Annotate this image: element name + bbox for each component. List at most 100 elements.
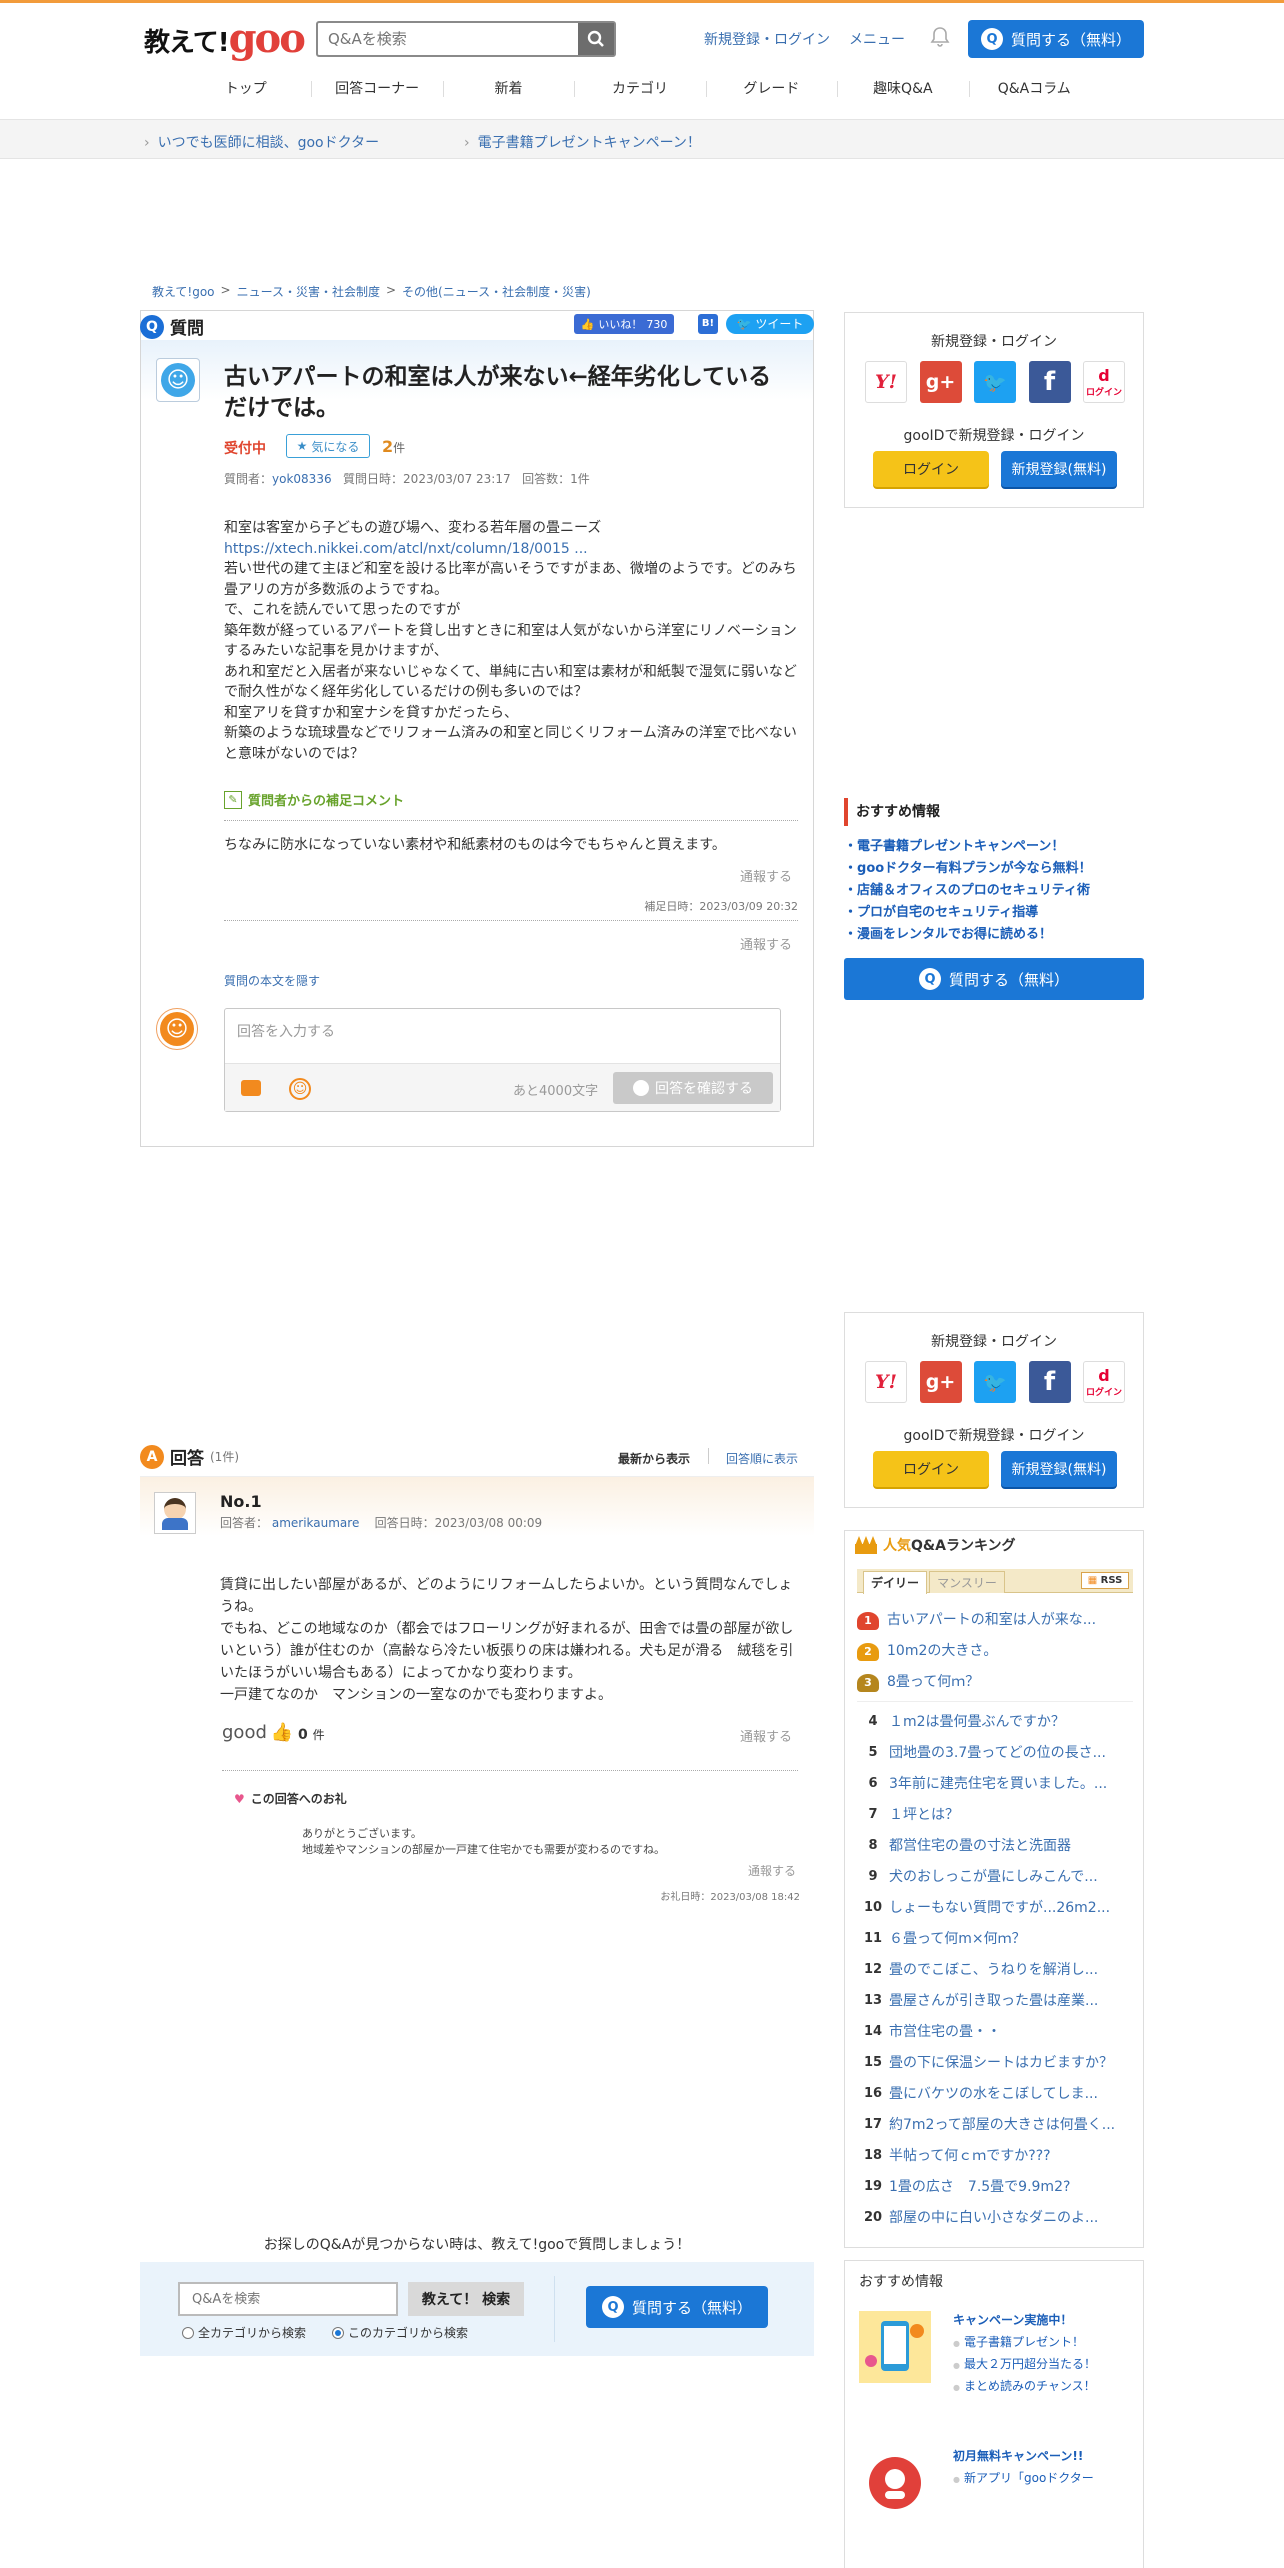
promo2-link[interactable]: 新アプリ「gooドクター: [953, 2467, 1094, 2491]
login-link[interactable]: 新規登録・ログイン: [704, 29, 830, 49]
ranking-item[interactable]: 9 犬のおしっこが畳にしみこんで...: [857, 1862, 1133, 1890]
recommend-link[interactable]: 店舗＆オフィスのプロのセキュリティ術: [844, 880, 1144, 902]
register-button[interactable]: 新規登録(無料): [1001, 451, 1117, 487]
ranking-link[interactable]: 犬のおしっこが畳にしみこんで...: [889, 1866, 1098, 1886]
site-logo[interactable]: 教えて! goo: [144, 17, 306, 59]
confirm-answer-button[interactable]: 回答を確認する: [613, 1072, 773, 1104]
breadcrumb-item[interactable]: その他(ニュース・社会制度・災害): [402, 283, 591, 300]
twitter-login-icon[interactable]: 🐦: [974, 361, 1016, 403]
ranking-link[interactable]: 畳屋さんが引き取った畳は産業...: [889, 1990, 1098, 2010]
ranking-link[interactable]: 8畳って何ｍ？: [887, 1671, 979, 1691]
breadcrumb-item[interactable]: ニュース・災害・社会制度: [237, 283, 380, 300]
article-link[interactable]: https://xtech.nikkei.com/atcl/nxt/column…: [224, 541, 588, 557]
login-button[interactable]: ログイン: [873, 451, 989, 487]
promo1-link[interactable]: 最大２万円超分当たる！: [953, 2353, 1096, 2377]
ranking-link[interactable]: 古いアパートの和室は人が来な...: [887, 1609, 1096, 1629]
recommend-link[interactable]: 漫画をレンタルでお得に読める！: [844, 924, 1144, 946]
hatena-bookmark-button[interactable]: B!: [698, 314, 718, 334]
ranking-link[interactable]: 畳の下に保温シートはカビますか？: [889, 2052, 1113, 2072]
answer-placeholder[interactable]: 回答を入力する: [237, 1021, 335, 1041]
promo2-title[interactable]: 初月無料キャンペーン!!: [953, 2447, 1083, 2464]
nav-grade[interactable]: グレード: [705, 73, 837, 105]
ranking-item[interactable]: 13 畳屋さんが引き取った畳は産業...: [857, 1986, 1133, 2014]
camera-icon[interactable]: [241, 1080, 261, 1096]
ranking-link[interactable]: 部屋の中に白い小さなダニのよ...: [889, 2207, 1098, 2227]
nav-answer-corner[interactable]: 回答コーナー: [311, 73, 442, 105]
promo1-link[interactable]: まとめ読みのチャンス！: [953, 2375, 1096, 2399]
promo1-title[interactable]: キャンペーン実施中！: [953, 2311, 1072, 2328]
ranking-item[interactable]: 2 10m2の大きさ。: [857, 1636, 1133, 1664]
ranking-link[interactable]: 畳にバケツの水をこぼしてしま...: [889, 2083, 1098, 2103]
ranking-link[interactable]: しょーもない質問ですが...26m2...: [889, 1897, 1110, 1917]
search-input[interactable]: [318, 23, 578, 55]
ranking-item[interactable]: 11 ６畳って何m×何ｍ？: [857, 1924, 1133, 1952]
rss-button[interactable]: ▦ RSS: [1081, 1572, 1129, 1589]
ranking-item[interactable]: 17 約7m2って部屋の大きさは何畳く...: [857, 2110, 1133, 2138]
report-link[interactable]: 通報する: [740, 866, 792, 885]
login-button[interactable]: ログイン: [873, 1451, 989, 1487]
asker-link[interactable]: yok08336: [272, 472, 332, 486]
nav-hobby-qa[interactable]: 趣味Q&A: [837, 73, 968, 105]
bottom-search-input[interactable]: [178, 2282, 398, 2316]
report-link[interactable]: 通報する: [740, 1726, 792, 1745]
ranking-link[interactable]: 市営住宅の畳・・: [889, 2021, 1001, 2041]
radio-this-category[interactable]: このカテゴリから検索: [332, 2324, 468, 2341]
ranking-item[interactable]: 18 半帖って何ｃｍですか???: [857, 2141, 1133, 2169]
facebook-login-icon[interactable]: f: [1028, 1361, 1071, 1403]
tweet-button[interactable]: 🐦 ツイート: [726, 314, 814, 334]
sort-order-link[interactable]: 回答順に表示: [726, 1450, 798, 1467]
ranking-link[interactable]: 団地畳の3.7畳ってどの位の長さ...: [889, 1742, 1106, 1762]
kininaru-button[interactable]: ★ 気になる: [286, 434, 370, 458]
nav-new[interactable]: 新着: [442, 73, 574, 105]
yahoo-login-icon[interactable]: Y!: [865, 1361, 907, 1403]
ranking-item[interactable]: 19 1畳の広さ 7.5畳で9.9m2?: [857, 2172, 1133, 2200]
answerer-link[interactable]: amerikaumare: [272, 1516, 360, 1530]
ranking-link[interactable]: 都営住宅の畳の寸法と洗面器: [889, 1835, 1071, 1855]
ranking-item[interactable]: 5 団地畳の3.7畳ってどの位の長さ...: [857, 1738, 1133, 1766]
answer-editor[interactable]: 回答を入力する ☺ あと4000文字 回答を確認する: [224, 1008, 781, 1112]
hide-body-link[interactable]: 質問の本文を隠す: [224, 972, 320, 989]
report-link[interactable]: 通報する: [748, 1862, 796, 1879]
ranking-item[interactable]: 15 畳の下に保温シートはカビますか？: [857, 2048, 1133, 2076]
bell-icon[interactable]: [930, 26, 950, 48]
ranking-link[interactable]: 畳のでこぼこ、うねりを解消し...: [889, 1959, 1098, 1979]
ranking-link[interactable]: 1畳の広さ 7.5畳で9.9m2?: [889, 2176, 1070, 2196]
like-button[interactable]: 👍 いいね！ 730: [574, 314, 674, 334]
ranking-link[interactable]: 約7m2って部屋の大きさは何畳く...: [889, 2114, 1115, 2134]
promo-link-doctor[interactable]: いつでも医師に相談、gooドクター: [144, 132, 379, 152]
ranking-item[interactable]: 8 都営住宅の畳の寸法と洗面器: [857, 1831, 1133, 1859]
promo-link-ebook[interactable]: 電子書籍プレゼントキャンペーン！: [464, 132, 701, 152]
ranking-item[interactable]: 12 畳のでこぼこ、うねりを解消し...: [857, 1955, 1133, 1983]
ranking-link[interactable]: 10m2の大きさ。: [887, 1640, 997, 1660]
sort-newest[interactable]: 最新から表示: [618, 1450, 690, 1467]
recommend-link[interactable]: gooドクター有料プランが今なら無料！: [844, 858, 1144, 880]
tab-monthly[interactable]: マンスリー: [929, 1571, 1005, 1593]
recommend-link[interactable]: 電子書籍プレゼントキャンペーン！: [844, 836, 1144, 858]
search-button[interactable]: [578, 23, 614, 55]
side-ask-button[interactable]: Q 質問する（無料）: [844, 958, 1144, 1000]
ranking-item[interactable]: 1 古いアパートの和室は人が来な...: [857, 1605, 1133, 1633]
ranking-item[interactable]: 6 3年前に建売住宅を買いました。...: [857, 1769, 1133, 1797]
radio-button-checked[interactable]: [332, 2326, 344, 2339]
docomo-login-icon[interactable]: d ログイン: [1083, 361, 1125, 403]
radio-button[interactable]: [182, 2326, 194, 2339]
bottom-search-button[interactable]: 教えて！ 検索: [408, 2282, 524, 2316]
ranking-link[interactable]: ６畳って何m×何ｍ？: [889, 1928, 1026, 1948]
breadcrumb-item[interactable]: 教えて!goo: [152, 283, 215, 300]
ranking-item[interactable]: 7 １坪とは？: [857, 1800, 1133, 1828]
ranking-item[interactable]: 14 市営住宅の畳・・: [857, 2017, 1133, 2045]
google-login-icon[interactable]: g+: [919, 361, 962, 403]
nav-qa-column[interactable]: Q&Aコラム: [968, 73, 1100, 105]
menu-link[interactable]: メニュー: [849, 29, 905, 49]
emoji-icon[interactable]: ☺: [289, 1078, 311, 1100]
ranking-link[interactable]: 半帖って何ｃｍですか???: [889, 2145, 1051, 2165]
ranking-link[interactable]: 3年前に建売住宅を買いました。...: [889, 1773, 1107, 1793]
ranking-item[interactable]: 3 8畳って何ｍ？: [857, 1667, 1133, 1695]
bottom-ask-button[interactable]: Q 質問する（無料）: [586, 2286, 768, 2328]
google-login-icon[interactable]: g+: [919, 1361, 962, 1403]
promo-doctor[interactable]: 初月無料キャンペーン!! 新アプリ「gooドクター: [859, 2447, 1129, 2557]
radio-all-categories[interactable]: 全カテゴリから検索: [182, 2324, 306, 2341]
nav-top[interactable]: トップ: [180, 73, 311, 105]
ask-question-button[interactable]: Q 質問する（無料）: [968, 20, 1144, 58]
docomo-login-icon[interactable]: d ログイン: [1083, 1361, 1125, 1403]
